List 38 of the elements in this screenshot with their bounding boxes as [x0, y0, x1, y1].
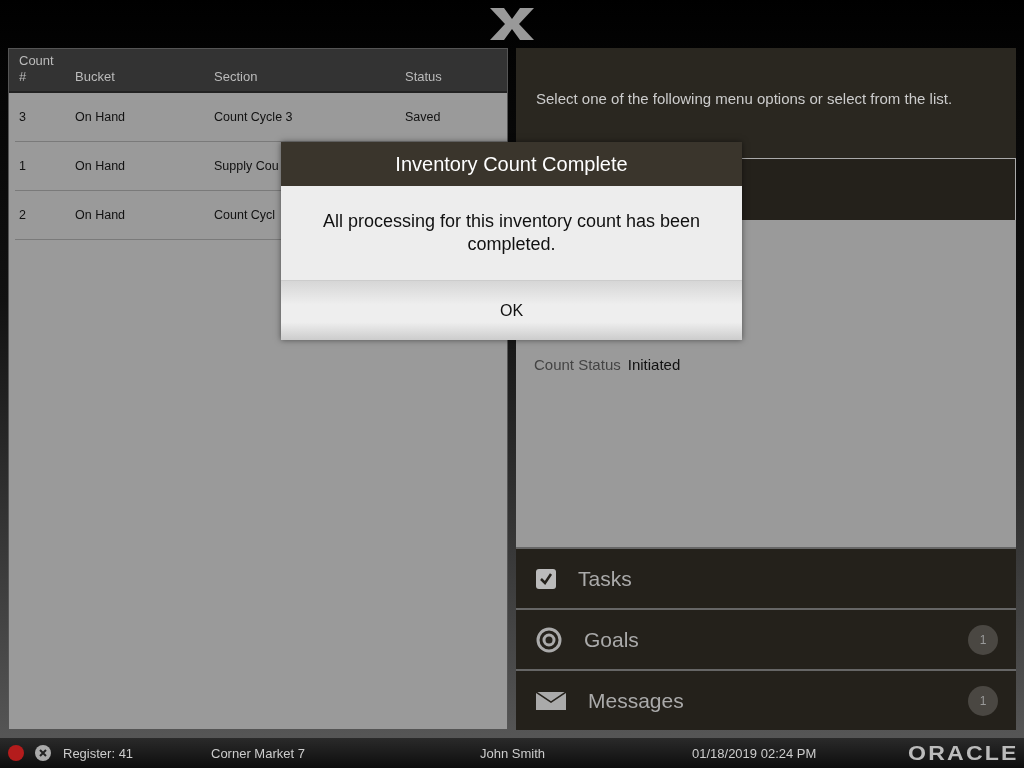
- count-badge: 1: [968, 624, 998, 655]
- table-cell: On Hand: [75, 159, 126, 173]
- column-header: Section: [214, 69, 259, 85]
- store-text: Corner Market 7: [211, 745, 306, 761]
- menu-label: Goals: [584, 627, 640, 652]
- envelope-icon: [536, 691, 566, 710]
- close-icon[interactable]: [35, 745, 51, 761]
- dialog-title: Inventory Count Complete: [281, 142, 742, 186]
- detail-value: Initiated: [627, 356, 681, 373]
- menu-label: Messages: [588, 688, 685, 713]
- menu-item[interactable]: Goals 1: [516, 608, 1016, 669]
- table-cell: Saved: [405, 110, 441, 124]
- count-badge: 1: [968, 685, 998, 716]
- detail-label: Count Status: [534, 356, 621, 373]
- user-text: John Smith: [480, 745, 547, 761]
- table-cell: 2: [19, 208, 26, 222]
- oracle-logo: ORACLE: [908, 741, 1020, 765]
- menu-item[interactable]: Messages 1: [516, 669, 1016, 730]
- register-text: Register: 41: [63, 745, 135, 761]
- x-logo-icon: [490, 8, 534, 40]
- table-cell: Count Cycl: [214, 208, 276, 222]
- table-cell: Supply Cou: [214, 159, 279, 173]
- table-cell: Count Cycle 3: [214, 110, 293, 124]
- column-header: Bucket: [75, 69, 116, 85]
- menu-item[interactable]: Tasks: [516, 547, 1016, 608]
- menu-label: Tasks: [578, 566, 633, 591]
- status-dot-icon: [8, 745, 24, 761]
- table-cell: 1: [19, 159, 26, 173]
- dialog-message: All processing for this inventory count has been completed.: [281, 186, 742, 280]
- ok-button[interactable]: OK: [281, 280, 742, 340]
- column-header: Count #: [19, 53, 55, 85]
- checkbox-icon: [536, 568, 556, 589]
- table-cell: 3: [19, 110, 26, 124]
- target-icon: [536, 626, 562, 653]
- table-cell: On Hand: [75, 208, 126, 222]
- column-header: Status: [405, 69, 443, 85]
- datetime-text: 01/18/2019 02:24 PM: [692, 745, 818, 761]
- table-cell: On Hand: [75, 110, 126, 124]
